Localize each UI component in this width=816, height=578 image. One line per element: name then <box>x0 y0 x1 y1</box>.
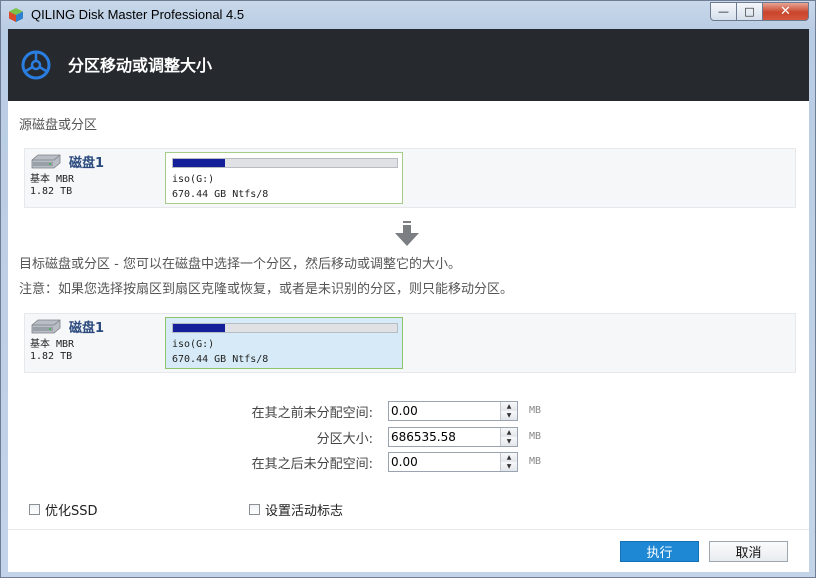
target-partition-label: iso(G:) <box>172 339 215 350</box>
partition-tool-icon <box>21 50 51 80</box>
target-partition-usage-fill <box>173 324 225 332</box>
source-partition-label: iso(G:) <box>172 174 215 185</box>
dialog-title: 分区移动或调整大小 <box>68 56 213 75</box>
source-disk-type: 基本 MBR <box>30 174 75 185</box>
spin-up-icon[interactable]: ▲ <box>500 453 517 462</box>
arrow-down-icon <box>395 221 419 246</box>
spin-up-icon[interactable]: ▲ <box>500 428 517 437</box>
optimize-ssd-option[interactable]: 优化SSD <box>29 500 98 519</box>
spin-down-icon[interactable]: ▼ <box>500 411 517 420</box>
target-disk-panel: 磁盘1 基本 MBR 1.82 TB iso(G:) 670.44 GB Ntf… <box>24 313 796 373</box>
window-title: QILING Disk Master Professional 4.5 <box>31 7 245 22</box>
unallocated-before-unit: MB <box>529 405 542 416</box>
unallocated-before-input[interactable] <box>391 403 495 419</box>
dialog-header: 分区移动或调整大小 <box>8 29 809 101</box>
optimize-ssd-label: 优化SSD <box>45 504 98 519</box>
close-icon: ✕ <box>780 4 791 19</box>
maximize-button[interactable]: □ <box>737 2 763 21</box>
unallocated-before-spinbox[interactable]: ▲ ▼ <box>388 401 518 421</box>
set-active-option[interactable]: 设置活动标志 <box>249 500 343 519</box>
target-section-label: 目标磁盘或分区 - 您可以在磁盘中选择一个分区，然后移动或调整它的大小。 <box>19 257 461 272</box>
dialog-client-area: 分区移动或调整大小 源磁盘或分区 磁盘1 基本 MBR 1.82 TB iso(… <box>8 29 809 572</box>
hard-disk-icon <box>31 154 61 169</box>
title-bar[interactable]: QILING Disk Master Professional 4.5 — □ … <box>1 1 815 29</box>
source-disk-name: 磁盘1 <box>69 156 105 171</box>
unallocated-after-unit: MB <box>529 456 542 467</box>
partition-size-label: 分区大小: <box>316 432 373 447</box>
spin-down-icon[interactable]: ▼ <box>500 437 517 446</box>
partition-size-unit: MB <box>529 431 542 442</box>
source-partition-details: 670.44 GB Ntfs/8 <box>172 189 269 200</box>
source-partition-usage-fill <box>173 159 225 167</box>
unallocated-after-spinbox[interactable]: ▲ ▼ <box>388 452 518 472</box>
source-disk-size: 1.82 TB <box>30 186 73 197</box>
unallocated-after-input[interactable] <box>391 454 495 470</box>
execute-button[interactable]: 执行 <box>620 541 699 562</box>
set-active-checkbox[interactable] <box>249 504 260 515</box>
source-disk-panel: 磁盘1 基本 MBR 1.82 TB iso(G:) 670.44 GB Ntf… <box>24 148 796 208</box>
app-window: QILING Disk Master Professional 4.5 — □ … <box>0 0 816 578</box>
set-active-label: 设置活动标志 <box>265 504 344 519</box>
target-partition-usage-bar <box>172 323 398 333</box>
target-disk-name: 磁盘1 <box>69 321 105 336</box>
unallocated-before-label: 在其之前未分配空间: <box>251 406 373 421</box>
maximize-icon: □ <box>744 5 755 18</box>
minimize-icon: — <box>718 5 729 18</box>
cancel-button[interactable]: 取消 <box>709 541 788 562</box>
source-partition-box[interactable]: iso(G:) 670.44 GB Ntfs/8 <box>165 152 403 204</box>
hard-disk-icon <box>31 319 61 334</box>
spin-down-icon[interactable]: ▼ <box>500 462 517 471</box>
target-disk-type: 基本 MBR <box>30 339 75 350</box>
partition-size-spinbox[interactable]: ▲ ▼ <box>388 427 518 447</box>
target-partition-details: 670.44 GB Ntfs/8 <box>172 354 269 365</box>
optimize-ssd-checkbox[interactable] <box>29 504 40 515</box>
target-disk-size: 1.82 TB <box>30 351 73 362</box>
minimize-button[interactable]: — <box>710 2 737 21</box>
footer-divider <box>8 529 809 530</box>
partition-size-input[interactable] <box>391 429 495 445</box>
source-section-label: 源磁盘或分区 <box>19 118 98 133</box>
unallocated-after-label: 在其之后未分配空间: <box>251 457 373 472</box>
close-button[interactable]: ✕ <box>763 2 809 21</box>
source-partition-usage-bar <box>172 158 398 168</box>
target-partition-box[interactable]: iso(G:) 670.44 GB Ntfs/8 <box>165 317 403 369</box>
spin-up-icon[interactable]: ▲ <box>500 402 517 411</box>
app-cube-icon <box>9 8 23 22</box>
target-note: 注意：如果您选择按扇区到扇区克隆或恢复，或者是未识别的分区，则只能移动分区。 <box>19 282 514 297</box>
